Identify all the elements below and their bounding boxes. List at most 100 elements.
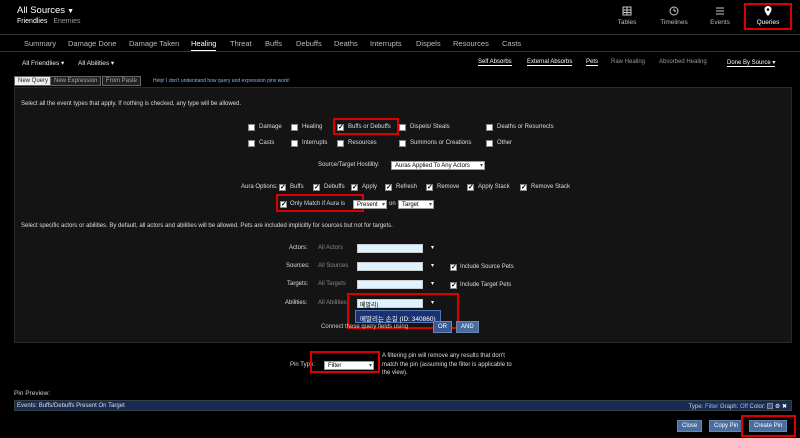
close-button[interactable]: Close — [677, 420, 703, 432]
chevron-down-icon[interactable]: ▾ — [431, 280, 434, 287]
absorbed-healing-toggle[interactable]: Absorbed Healing — [659, 59, 707, 65]
deaths-label: Deaths or Resurrects — [497, 124, 554, 130]
interrupts-checkbox[interactable] — [291, 140, 298, 147]
preview-color-label: Color: — [749, 404, 766, 410]
nav-tables[interactable]: Tables — [603, 5, 651, 26]
actors-intro: Select specific actors or abilities. By … — [21, 223, 393, 229]
abilities-label: Abilities: — [285, 300, 308, 306]
done-by-dropdown[interactable]: Done By Source ▾ — [727, 59, 776, 67]
source-selector[interactable]: All Sources ▼ — [17, 5, 74, 16]
abilities-dropdown[interactable]: All Abilities ▾ — [78, 59, 114, 67]
self-absorbs-toggle[interactable]: Self Absorbs — [478, 59, 512, 66]
pin-icon — [764, 6, 772, 16]
friendlies-link[interactable]: Friendlies — [17, 18, 47, 25]
aura-remove-label: Remove — [437, 184, 460, 190]
tab-resources[interactable]: Resources — [453, 39, 489, 48]
targets-placeholder: All Targets — [318, 281, 346, 287]
targets-input[interactable] — [357, 280, 423, 289]
source-title: All Sources — [17, 5, 66, 16]
aura-apply-checkbox[interactable] — [351, 183, 358, 191]
aura-buffs-checkbox[interactable] — [279, 183, 286, 191]
tab-threat[interactable]: Threat — [230, 39, 252, 48]
preview-events-value: Buffs/Debuffs Present On Target — [38, 403, 125, 409]
enemies-link[interactable]: Enemies — [53, 18, 80, 25]
aura-buffs-label: Buffs — [290, 184, 304, 190]
tab-from-paste[interactable]: From Paste — [102, 76, 142, 86]
deaths-checkbox[interactable] — [486, 124, 493, 131]
actors-input[interactable] — [357, 244, 423, 253]
interrupts-label: Interrupts — [302, 140, 328, 146]
resources-checkbox[interactable] — [337, 140, 344, 147]
chevron-down-icon[interactable]: ▾ — [431, 244, 434, 251]
pets-toggle[interactable]: Pets — [586, 59, 599, 66]
sources-input[interactable] — [357, 262, 423, 271]
tab-interrupts[interactable]: Interrupts — [370, 39, 402, 48]
tab-healing[interactable]: Healing — [191, 39, 217, 51]
include-source-pets-checkbox[interactable] — [450, 263, 457, 271]
close-icon[interactable]: ✖ — [782, 404, 787, 410]
healing-checkbox[interactable] — [291, 124, 298, 131]
aura-target-select[interactable]: Target ▾ — [398, 200, 434, 209]
aura-options-label: Aura Options: — [241, 184, 278, 190]
tab-damage-done[interactable]: Damage Done — [68, 39, 116, 48]
preview-type-value[interactable]: Filter — [705, 404, 718, 410]
chevron-down-icon[interactable]: ▾ — [431, 262, 434, 269]
nav-queries[interactable]: Queries — [744, 3, 792, 30]
raw-healing-toggle[interactable]: Raw Healing — [611, 59, 645, 65]
preview-events: Events: Buffs/Debuffs Present On Target — [17, 403, 125, 409]
filter-bar: All Friendlies ▾ All Abilities ▾ Self Ab… — [0, 53, 800, 73]
tab-deaths[interactable]: Deaths — [334, 39, 358, 48]
tab-buffs[interactable]: Buffs — [265, 39, 282, 48]
tab-damage-taken[interactable]: Damage Taken — [129, 39, 179, 48]
help-link[interactable]: Help! I don't understand how query and e… — [153, 78, 290, 84]
or-button[interactable]: OR — [433, 321, 452, 333]
list-icon — [716, 7, 724, 15]
copy-pin-button[interactable]: Copy Pin — [709, 420, 744, 432]
done-by-label: Done By Source — [727, 60, 771, 66]
other-label: Other — [497, 140, 513, 146]
external-absorbs-toggle[interactable]: External Absorbs — [527, 59, 573, 66]
other-checkbox[interactable] — [486, 140, 493, 147]
actors-label: Actors: — [289, 245, 308, 251]
color-swatch[interactable] — [767, 403, 774, 410]
targets-label: Targets: — [287, 281, 309, 287]
aura-debuffs-checkbox[interactable] — [313, 183, 320, 191]
dispels-checkbox[interactable] — [399, 124, 406, 131]
nav-events[interactable]: Events — [696, 5, 744, 26]
aura-apply-stack-checkbox[interactable] — [467, 183, 474, 191]
ability-suggestion[interactable]: 메말리는 손길 (ID: 340860) — [355, 310, 441, 323]
sources-placeholder: All Sources — [318, 263, 349, 269]
clock-icon — [669, 6, 679, 16]
aura-state-value: Present — [357, 202, 378, 208]
friendlies-dropdown[interactable]: All Friendlies ▾ — [22, 59, 64, 67]
tab-new-expression[interactable]: New Expression — [50, 76, 102, 86]
aura-remove-checkbox[interactable] — [426, 183, 433, 191]
aura-state-select[interactable]: Present ▾ — [353, 200, 387, 209]
damage-checkbox[interactable] — [248, 124, 255, 131]
casts-label: Casts — [259, 140, 275, 146]
include-target-pets-label: Include Target Pets — [460, 282, 512, 288]
nav-tables-label: Tables — [617, 19, 637, 26]
tab-dispels[interactable]: Dispels — [416, 39, 441, 48]
casts-checkbox[interactable] — [248, 140, 255, 147]
chevron-down-icon: ▾ — [110, 60, 115, 67]
pin-preview: Events: Buffs/Debuffs Present On Target … — [14, 400, 792, 411]
grid-icon — [622, 6, 632, 16]
hostility-select[interactable]: Auras Applied To Any Actors ▾ — [391, 161, 485, 170]
summons-checkbox[interactable] — [399, 140, 406, 147]
aura-apply-label: Apply — [362, 184, 378, 190]
chevron-down-icon: ▼ — [67, 8, 74, 15]
tab-casts[interactable]: Casts — [502, 39, 521, 48]
tab-new-query[interactable]: New Query — [14, 76, 53, 86]
tab-debuffs[interactable]: Debuffs — [296, 39, 322, 48]
sources-label: Sources: — [286, 263, 310, 269]
aura-refresh-checkbox[interactable] — [385, 183, 392, 191]
tab-summary[interactable]: Summary — [24, 39, 56, 48]
preview-graph-value[interactable]: Off — [740, 404, 748, 410]
include-target-pets-checkbox[interactable] — [450, 281, 457, 289]
gear-icon[interactable]: ⚙ — [775, 404, 780, 410]
and-button[interactable]: AND — [456, 321, 479, 333]
nav-timelines[interactable]: Timelines — [650, 5, 698, 26]
aura-remove-stack-checkbox[interactable] — [520, 183, 527, 191]
aura-apply-stack-label: Apply Stack — [478, 184, 510, 190]
